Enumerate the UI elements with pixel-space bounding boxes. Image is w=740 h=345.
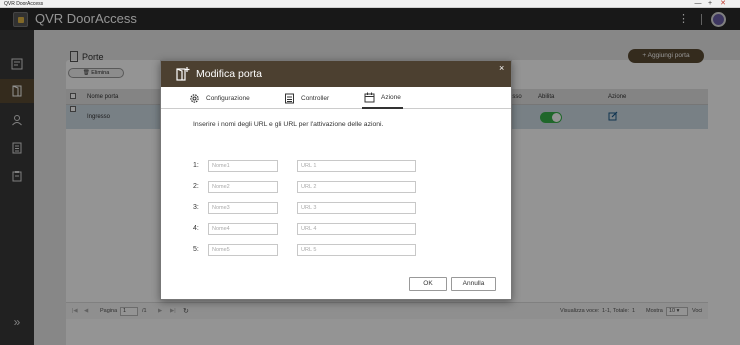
os-title-bar: QVR DoorAccess — + ✕: [0, 0, 740, 8]
url-field-5[interactable]: [297, 244, 416, 256]
tab-action-label: Azione: [381, 93, 401, 101]
url-name-field-1[interactable]: [208, 160, 278, 172]
minimize-button[interactable]: —: [693, 0, 703, 8]
url-name-field-5[interactable]: [208, 244, 278, 256]
os-window-title: QVR DoorAccess: [4, 1, 44, 7]
edit-door-dialog: Modifica porta × Configurazione Controll…: [160, 60, 512, 300]
url-name-field-4[interactable]: [208, 223, 278, 235]
tab-action[interactable]: Azione: [362, 87, 403, 109]
dialog-tabs: Configurazione Controller Azione: [161, 87, 511, 109]
row-label-5: 5:: [193, 246, 199, 253]
tab-controller[interactable]: Controller: [284, 87, 329, 109]
url-name-field-2[interactable]: [208, 181, 278, 193]
row-label-3: 3:: [193, 204, 199, 211]
url-field-4[interactable]: [297, 223, 416, 235]
url-field-1[interactable]: [297, 160, 416, 172]
url-name-field-3[interactable]: [208, 202, 278, 214]
tab-controller-label: Controller: [301, 94, 330, 102]
controller-icon: [285, 93, 294, 103]
tab-configuration[interactable]: Configurazione: [189, 87, 250, 109]
ok-button[interactable]: OK: [409, 277, 447, 291]
url-field-3[interactable]: [297, 202, 416, 214]
dialog-title: Modifica porta: [196, 68, 262, 80]
close-icon[interactable]: ×: [499, 62, 504, 74]
calendar-icon: [364, 92, 375, 102]
maximize-button[interactable]: +: [705, 0, 715, 8]
dialog-header: Modifica porta ×: [161, 61, 511, 87]
close-window-button[interactable]: ✕: [718, 0, 728, 8]
door-edit-icon: [176, 67, 190, 81]
row-label-4: 4:: [193, 225, 199, 232]
tab-configuration-label: Configurazione: [206, 94, 250, 102]
cancel-button[interactable]: Annulla: [451, 277, 496, 291]
row-label-1: 1:: [193, 162, 199, 169]
url-field-2[interactable]: [297, 181, 416, 193]
row-label-2: 2:: [193, 183, 199, 190]
action-description: Inserire i nomi degli URL e gli URL per …: [193, 121, 384, 128]
gear-icon: [190, 93, 199, 103]
